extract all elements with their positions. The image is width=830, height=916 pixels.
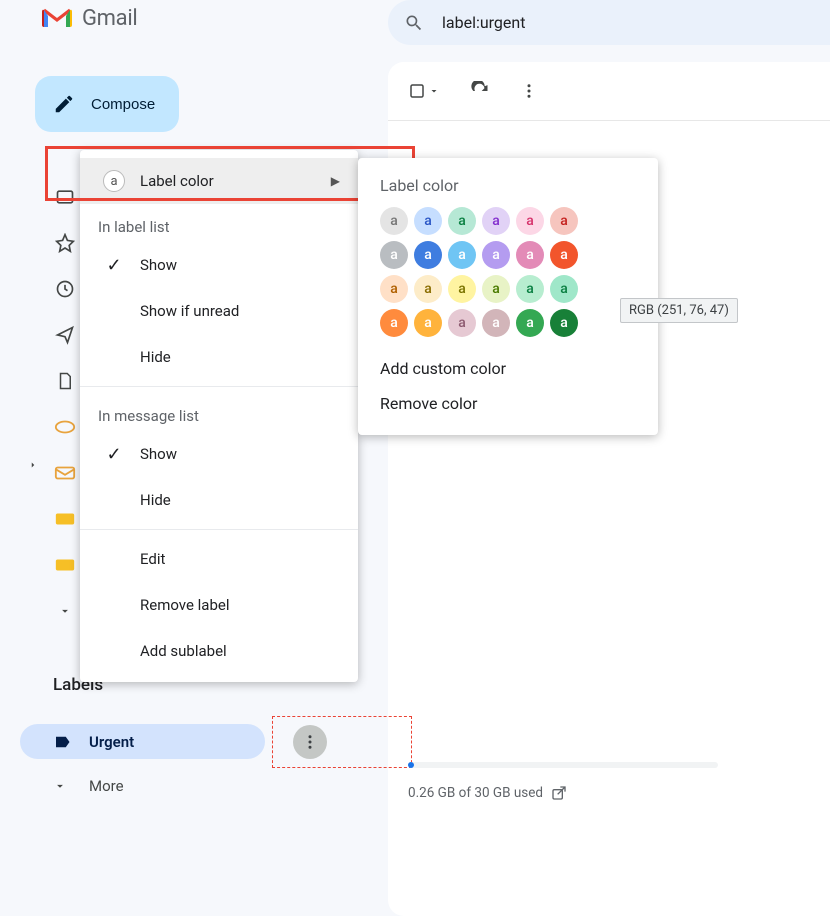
menu-item-edit[interactable]: Edit	[80, 536, 358, 582]
chevron-down-icon	[53, 779, 67, 793]
search-bar[interactable]: label:urgent	[388, 0, 830, 45]
sidebar-nav	[53, 185, 77, 623]
color-swatch[interactable]: a	[482, 241, 510, 269]
allmail-icon[interactable]	[53, 461, 77, 485]
sent-icon[interactable]	[53, 323, 77, 347]
gmail-logo[interactable]: Gmail	[42, 6, 137, 31]
menu-item-hide-msg[interactable]: Hide	[80, 477, 358, 523]
select-all-checkbox[interactable]	[408, 82, 440, 100]
gmail-icon	[42, 7, 72, 29]
refresh-button[interactable]	[470, 81, 490, 101]
add-custom-color[interactable]: Add custom color	[380, 351, 636, 386]
category-icon[interactable]	[53, 415, 77, 439]
color-swatch[interactable]: a	[448, 207, 476, 235]
label-urgent-text: Urgent	[89, 733, 134, 751]
expand-categories-icon[interactable]	[28, 460, 38, 470]
storage-usage[interactable]: 0.26 GB of 30 GB used	[408, 785, 567, 801]
label-context-menu: a Label color ▶ In label list ✓ Show Sho…	[80, 150, 358, 682]
menu-item-add-sublabel[interactable]: Add sublabel	[80, 628, 358, 674]
compose-label: Compose	[91, 96, 155, 113]
chevron-down-icon[interactable]	[53, 599, 77, 623]
label-icon	[53, 733, 71, 751]
color-swatch[interactable]: a	[516, 275, 544, 303]
color-swatch[interactable]: a	[380, 207, 408, 235]
menu-separator	[80, 386, 358, 387]
remove-color[interactable]: Remove color	[380, 386, 636, 421]
menu-item-show-msg[interactable]: ✓ Show	[80, 431, 358, 477]
menu-separator	[80, 529, 358, 530]
color-tooltip: RGB (251, 76, 47)	[620, 298, 738, 323]
color-swatch[interactable]: a	[414, 207, 442, 235]
menu-item-hide[interactable]: Hide	[80, 334, 358, 380]
more-vert-icon	[520, 82, 538, 100]
storage-bar-track	[408, 762, 718, 768]
color-swatch[interactable]: a	[380, 275, 408, 303]
search-icon	[404, 13, 424, 33]
annotation-dashed-box	[272, 716, 412, 768]
sidebar-more[interactable]: More	[53, 777, 124, 795]
open-in-new-icon	[551, 785, 567, 801]
flyout-title: Label color	[380, 176, 636, 195]
menu-item-label-color[interactable]: a Label color ▶	[80, 158, 358, 204]
inbox-icon[interactable]	[53, 185, 77, 209]
category-updates-icon[interactable]	[53, 507, 77, 531]
color-swatch[interactable]: a	[414, 309, 442, 337]
label-color-badge-icon: a	[103, 170, 125, 192]
compose-button[interactable]: Compose	[35, 76, 179, 132]
color-swatch[interactable]: a	[380, 309, 408, 337]
menu-item-show[interactable]: ✓ Show	[80, 242, 358, 288]
menu-item-show-if-unread[interactable]: Show if unread	[80, 288, 358, 334]
check-icon: ✓	[98, 444, 130, 465]
color-swatch[interactable]: a	[414, 275, 442, 303]
color-swatch[interactable]: a	[482, 207, 510, 235]
color-swatch[interactable]: a	[482, 275, 510, 303]
more-label: More	[89, 777, 124, 795]
submenu-arrow-icon: ▶	[331, 174, 340, 188]
storage-bar-fill	[408, 762, 414, 768]
menu-item-label: Label color	[140, 172, 331, 190]
color-swatch[interactable]: a	[550, 275, 578, 303]
search-query-text: label:urgent	[442, 13, 525, 32]
color-swatch[interactable]: a	[448, 309, 476, 337]
dropdown-arrow-icon	[428, 85, 440, 97]
mail-toolbar	[388, 62, 830, 120]
gmail-wordmark: Gmail	[82, 6, 137, 31]
header: Gmail label:urgent	[0, 0, 830, 36]
color-swatch[interactable]: a	[516, 309, 544, 337]
toolbar-more-button[interactable]	[520, 82, 538, 100]
toolbar-separator	[388, 120, 830, 121]
color-swatch[interactable]: a	[516, 241, 544, 269]
color-swatch[interactable]: a	[448, 275, 476, 303]
menu-section-message-list: In message list	[80, 393, 358, 431]
storage-text: 0.26 GB of 30 GB used	[408, 785, 543, 801]
menu-item-remove-label[interactable]: Remove label	[80, 582, 358, 628]
label-color-flyout: Label color aaaaaaaaaaaaaaaaaaaaaaaa Add…	[358, 158, 658, 435]
color-swatch-grid: aaaaaaaaaaaaaaaaaaaaaaaa	[380, 207, 636, 337]
pencil-icon	[53, 93, 75, 115]
color-swatch[interactable]: a	[550, 241, 578, 269]
checkbox-icon	[408, 82, 426, 100]
color-swatch[interactable]: a	[482, 309, 510, 337]
refresh-icon	[470, 81, 490, 101]
sidebar-label-urgent[interactable]: Urgent	[20, 724, 265, 759]
color-swatch[interactable]: a	[414, 241, 442, 269]
category-social-icon[interactable]	[53, 553, 77, 577]
snoozed-icon[interactable]	[53, 277, 77, 301]
color-swatch[interactable]: a	[516, 207, 544, 235]
drafts-icon[interactable]	[53, 369, 77, 393]
star-icon[interactable]	[53, 231, 77, 255]
check-icon: ✓	[98, 255, 130, 276]
color-swatch[interactable]: a	[550, 207, 578, 235]
color-swatch[interactable]: a	[550, 309, 578, 337]
color-swatch[interactable]: a	[380, 241, 408, 269]
color-swatch[interactable]: a	[448, 241, 476, 269]
menu-section-label-list: In label list	[80, 204, 358, 242]
